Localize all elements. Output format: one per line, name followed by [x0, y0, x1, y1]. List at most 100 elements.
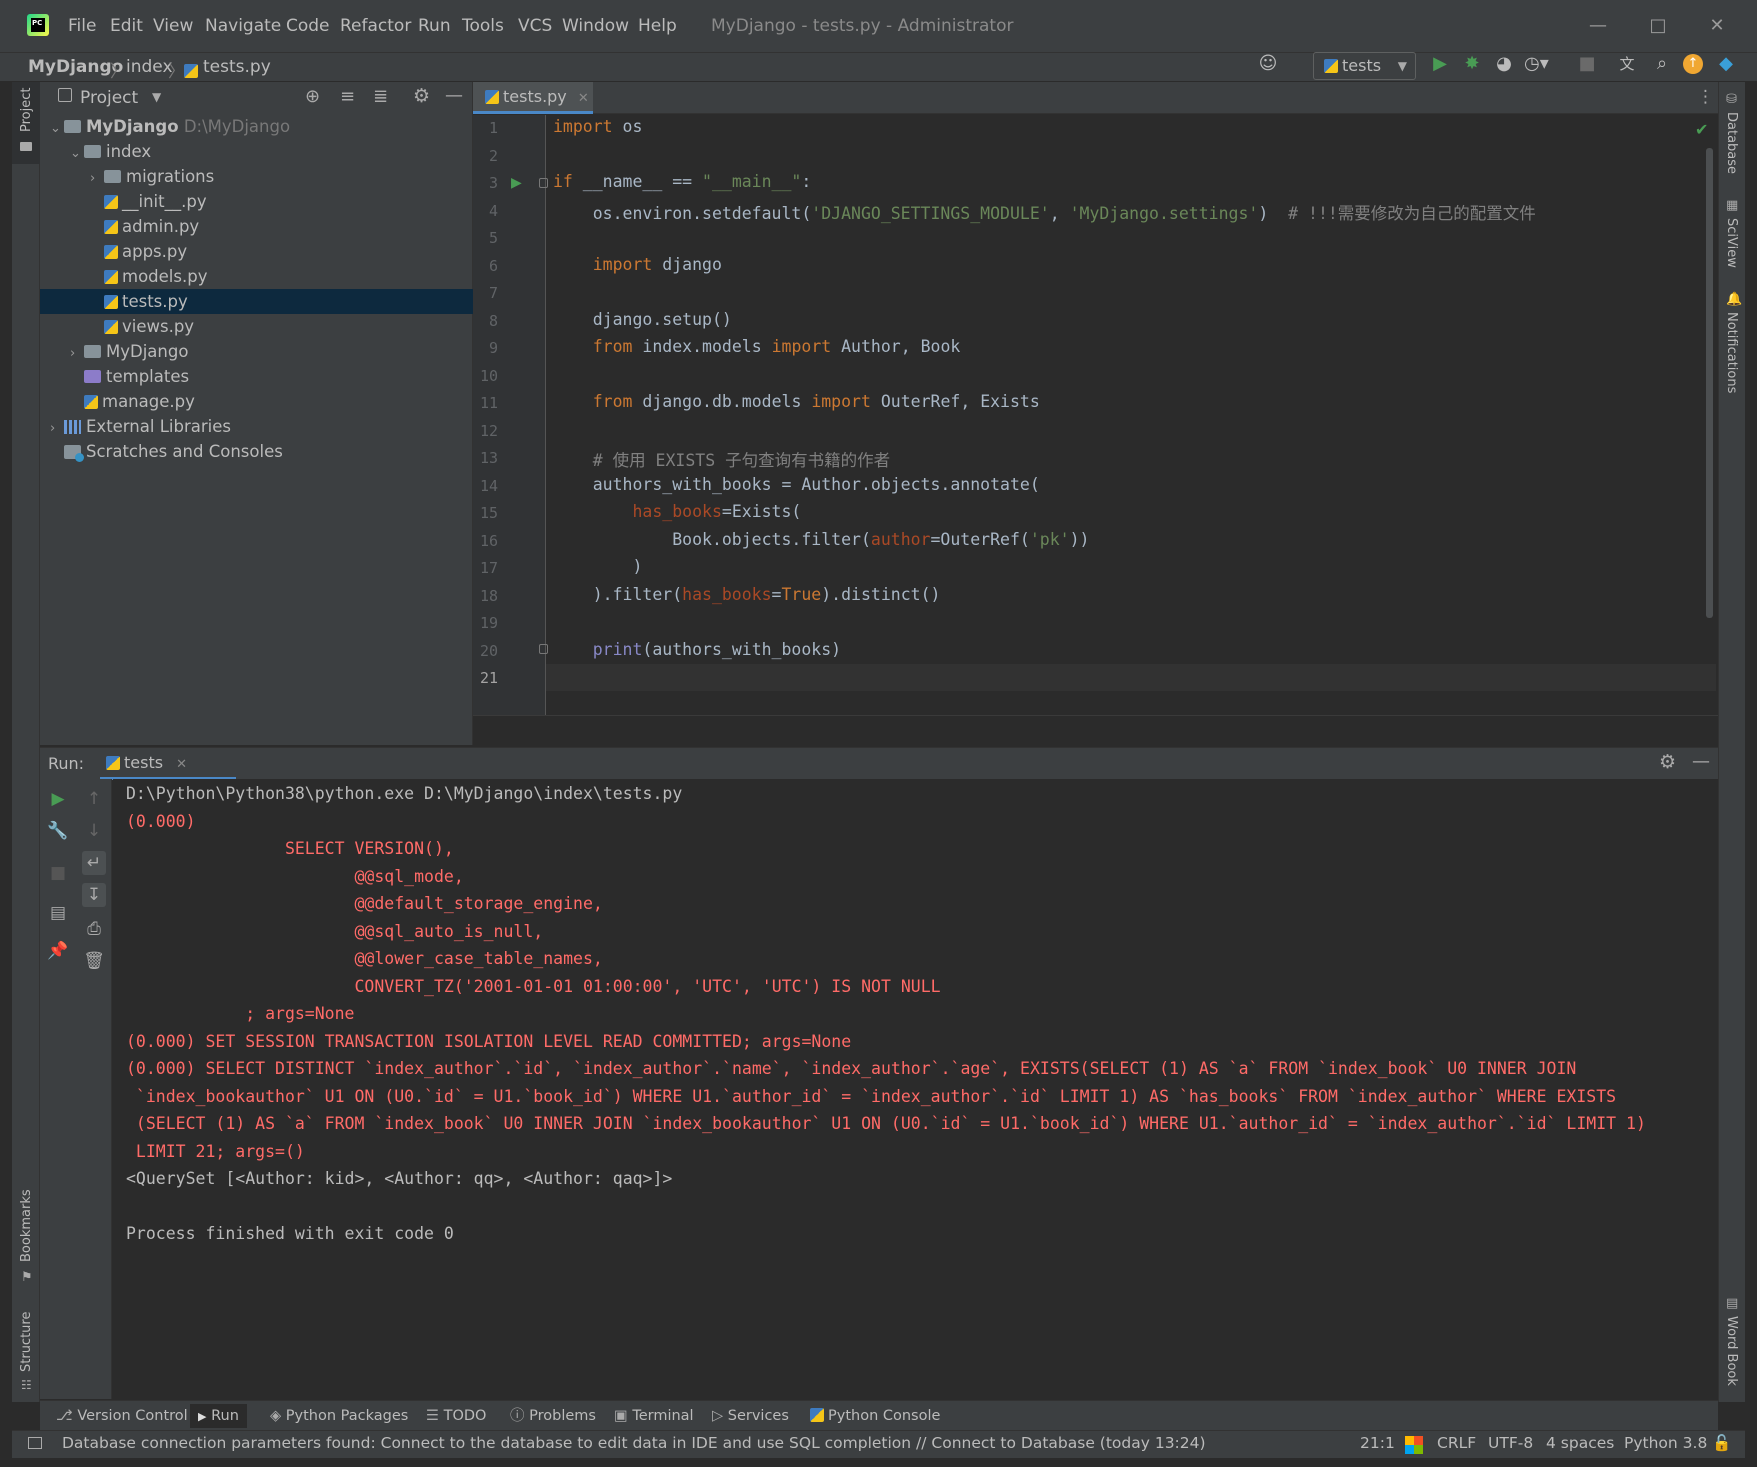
status-message[interactable]: Database connection parameters found: Co… — [62, 1434, 1206, 1452]
left-tool-stripe: Project Bookmarks ⚑ Structure ☷ — [12, 82, 40, 1402]
gear-icon[interactable]: ⚙ — [413, 85, 430, 107]
soft-wrap-icon[interactable]: ↵ — [82, 851, 106, 875]
line-separator[interactable]: CRLF — [1437, 1434, 1476, 1452]
menu-vcs[interactable]: VCS — [518, 16, 552, 38]
indent-setting[interactable]: 4 spaces — [1546, 1434, 1614, 1452]
hide-icon[interactable]: — — [445, 85, 463, 106]
tab-todo[interactable]: ☰ TODO — [426, 1404, 486, 1428]
structure-stripe-button[interactable]: Structure — [19, 1312, 34, 1372]
translate-icon[interactable]: 文 — [1615, 52, 1639, 76]
notifications-stripe-button[interactable]: Notifications — [1724, 312, 1739, 393]
arrow-up-icon[interactable]: ↑ — [82, 787, 106, 811]
tab-terminal[interactable]: ▣ Terminal — [614, 1404, 694, 1428]
tab-services[interactable]: ▷ Services — [712, 1404, 789, 1428]
editor-scrollbar[interactable] — [1706, 148, 1713, 618]
project-stripe-button[interactable]: Project — [12, 82, 40, 164]
more-icon[interactable]: ⋮ — [1697, 87, 1714, 107]
stop-icon[interactable]: ■ — [46, 861, 70, 885]
tree-item[interactable]: ⌄ index — [40, 139, 473, 164]
user-icon[interactable]: ☺▾ — [1256, 52, 1280, 98]
jetbrains-ai-icon[interactable]: ◆ — [1714, 52, 1738, 76]
toggle-tool-windows-icon[interactable] — [28, 1437, 42, 1449]
chevron-right-icon[interactable]: › — [50, 416, 64, 441]
breadcrumb-folder[interactable]: index — [126, 57, 173, 77]
menu-run[interactable]: Run — [418, 16, 451, 38]
close-tab-icon[interactable]: ✕ — [578, 91, 589, 106]
hide-icon[interactable]: — — [1692, 751, 1710, 772]
profile-icon[interactable]: ◷▾ — [1524, 52, 1549, 76]
coverage-icon[interactable]: ◕ — [1492, 52, 1516, 76]
maximize-icon[interactable]: □ — [1643, 12, 1673, 40]
menu-refactor[interactable]: Refactor — [340, 16, 411, 38]
tree-item[interactable]: views.py — [40, 314, 473, 339]
menu-navigate[interactable]: Navigate — [205, 16, 281, 38]
gear-icon[interactable]: ⚙ — [1659, 751, 1676, 773]
menu-code[interactable]: Code — [286, 16, 330, 38]
menu-window[interactable]: Window — [562, 16, 629, 38]
tree-item[interactable]: tests.py — [40, 289, 473, 314]
rerun-icon[interactable]: ▶ — [46, 787, 70, 811]
tree-item[interactable]: __init__.py — [40, 189, 473, 214]
layout-icon[interactable]: ▤ — [46, 901, 70, 925]
chevron-right-icon[interactable]: › — [90, 166, 104, 191]
chevron-down-icon[interactable]: ▼ — [152, 90, 161, 104]
tree-item[interactable]: apps.py — [40, 239, 473, 264]
run-icon[interactable]: ▶ — [1428, 52, 1452, 76]
tree-item[interactable]: › migrations — [40, 164, 473, 189]
code-line-1: import os — [553, 117, 643, 136]
run-tab-tests[interactable]: tests ✕ — [100, 748, 236, 780]
chevron-down-icon[interactable]: ⌄ — [70, 141, 84, 166]
tab-version-control[interactable]: ⎇ Version Control — [56, 1404, 188, 1428]
wrench-icon[interactable]: 🔧 — [46, 819, 70, 843]
menu-view[interactable]: View — [153, 16, 193, 38]
menu-help[interactable]: Help — [638, 16, 677, 38]
fold-icon[interactable] — [539, 178, 548, 188]
locate-icon[interactable]: ⊕ — [305, 86, 320, 107]
database-stripe-button[interactable]: Database — [1724, 112, 1739, 174]
word-book-stripe-button[interactable]: Word Book — [1724, 1316, 1739, 1386]
tab-problems[interactable]: ⓘ Problems — [510, 1404, 596, 1428]
fold-icon[interactable] — [539, 644, 548, 654]
menu-file[interactable]: File — [68, 16, 96, 38]
tree-item[interactable]: admin.py — [40, 214, 473, 239]
close-tab-icon[interactable]: ✕ — [176, 757, 187, 772]
print-icon[interactable]: ⎙ — [82, 917, 106, 941]
tree-item[interactable]: models.py — [40, 264, 473, 289]
collapse-all-icon[interactable]: ≣ — [373, 86, 388, 107]
expand-all-icon[interactable]: ≡ — [340, 86, 355, 107]
python-interpreter[interactable]: Python 3.8 — [1624, 1434, 1707, 1452]
lock-icon[interactable]: 🔓 — [1712, 1434, 1731, 1452]
tree-item[interactable]: Scratches and Consoles — [40, 439, 473, 464]
project-panel-title[interactable]: Project — [80, 88, 138, 108]
tree-item[interactable]: › External Libraries — [40, 414, 473, 439]
scroll-to-end-icon[interactable]: ↧ — [82, 883, 106, 907]
tree-item[interactable]: manage.py — [40, 389, 473, 414]
tree-item[interactable]: templates — [40, 364, 473, 389]
run-configuration-select[interactable]: tests ▼ — [1313, 52, 1416, 80]
bookmarks-stripe-button[interactable]: Bookmarks — [19, 1189, 34, 1262]
tab-python-console[interactable]: Python Console — [810, 1404, 940, 1428]
chevron-down-icon[interactable]: ⌄ — [50, 116, 64, 141]
arrow-down-icon[interactable]: ↓ — [82, 819, 106, 843]
chevron-right-icon[interactable]: › — [70, 341, 84, 366]
close-icon[interactable]: ✕ — [1702, 12, 1732, 40]
search-icon[interactable]: ⌕ — [1650, 52, 1674, 76]
run-gutter-icon[interactable]: ▶ — [511, 175, 522, 191]
menu-tools[interactable]: Tools — [462, 16, 504, 38]
stop-icon[interactable]: ■ — [1575, 52, 1599, 76]
file-encoding[interactable]: UTF-8 — [1488, 1434, 1533, 1452]
pin-icon[interactable]: 📌 — [46, 939, 70, 963]
update-icon[interactable]: ↑ — [1683, 54, 1703, 74]
minimize-icon[interactable]: — — [1583, 12, 1613, 40]
caret-position[interactable]: 21:1 — [1360, 1434, 1395, 1452]
tab-tests-py[interactable]: tests.py ✕ — [473, 82, 593, 114]
breadcrumb-file[interactable]: tests.py — [203, 57, 271, 77]
tree-item[interactable]: ⌄ MyDjango D:\MyDjango — [40, 114, 473, 139]
trash-icon[interactable]: 🗑 — [82, 949, 106, 973]
tab-python-packages[interactable]: ◈ Python Packages — [270, 1404, 408, 1428]
tree-item[interactable]: › MyDjango — [40, 339, 473, 364]
debug-icon[interactable]: ✸ — [1460, 52, 1484, 76]
tab-run[interactable]: ▶ Run — [190, 1404, 247, 1428]
sciview-stripe-button[interactable]: SciView — [1724, 218, 1739, 268]
menu-edit[interactable]: Edit — [110, 16, 143, 38]
